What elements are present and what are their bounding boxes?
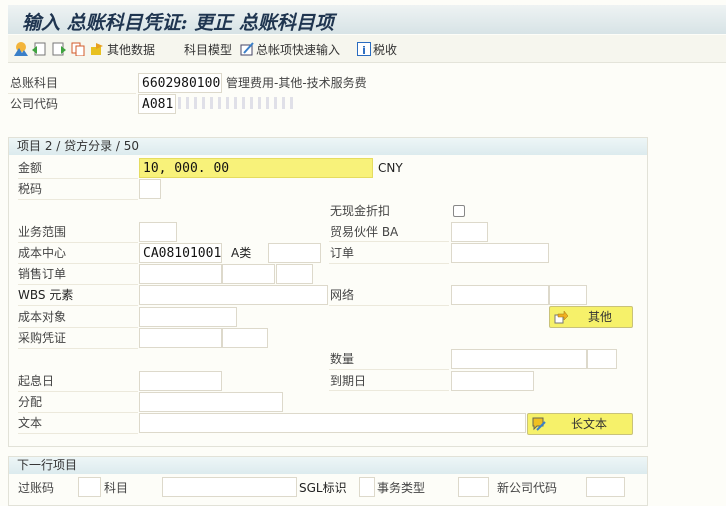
other-data-button[interactable]: 其他数据	[107, 41, 155, 58]
purchasing-doc-item-field[interactable]	[222, 328, 268, 348]
posting-key-label: 过账码	[18, 481, 55, 495]
sales-order-schedule-field[interactable]	[276, 264, 313, 284]
cost-center-field[interactable]: CA08101001	[139, 243, 222, 263]
overview-icon[interactable]	[13, 41, 29, 57]
new-company-code-field[interactable]	[586, 477, 625, 497]
transaction-type-label: 事务类型	[377, 481, 426, 495]
business-area-label: 业务范围	[18, 225, 67, 239]
no-cash-discount-label: 无现金折扣	[330, 204, 391, 218]
long-text-button-label: 长文本	[570, 417, 607, 431]
cost-center-description: A类	[231, 246, 252, 260]
wbs-field[interactable]	[139, 285, 328, 305]
gl-account-description: 管理费用-其他-技术服务费	[226, 76, 367, 90]
posting-key-field[interactable]	[78, 477, 101, 497]
network-activity-field[interactable]	[549, 285, 587, 305]
wbs-label: WBS 元素	[18, 288, 74, 302]
info-icon: i	[357, 42, 371, 56]
purchasing-doc-label: 采购凭证	[18, 331, 67, 345]
tax-code-field[interactable]	[139, 179, 161, 199]
account-label: 科目	[104, 481, 129, 495]
fast-entry-icon	[240, 42, 254, 56]
sales-order-field[interactable]	[139, 264, 222, 284]
unit-field[interactable]	[587, 349, 617, 369]
trading-partner-label: 贸易伙伴 BA	[330, 225, 399, 239]
long-text-icon	[532, 417, 546, 431]
gl-fast-entry-button[interactable]: 总帐项快速输入	[256, 41, 340, 58]
page-title: 输入 总账科目凭证: 更正 总账科目项	[22, 12, 334, 34]
quantity-field[interactable]	[451, 349, 587, 369]
value-date-label: 起息日	[18, 374, 55, 388]
account-model-button[interactable]: 科目模型	[184, 41, 232, 58]
currency-label: CNY	[378, 161, 403, 175]
network-label: 网络	[330, 288, 355, 302]
account-field[interactable]	[162, 477, 297, 497]
gl-account-field[interactable]: 6602980100	[138, 73, 222, 93]
order-field[interactable]	[451, 243, 549, 263]
next-item-icon[interactable]	[52, 42, 66, 56]
new-company-code-label: 新公司代码	[497, 481, 558, 495]
cost-object-field[interactable]	[139, 307, 237, 327]
value-date-field[interactable]	[139, 371, 222, 391]
trading-partner-field[interactable]	[451, 222, 488, 242]
next-item-group-title: 下一行项目	[9, 457, 647, 474]
text-label: 文本	[18, 416, 43, 430]
other-data-icon	[91, 43, 103, 55]
no-cash-discount-checkbox[interactable]	[453, 205, 465, 217]
cost-center-label: 成本中心	[18, 246, 67, 260]
business-area-field[interactable]	[139, 222, 177, 242]
due-date-field[interactable]	[451, 371, 534, 391]
more-button[interactable]: 其他	[549, 306, 633, 328]
cost-center-extra-field[interactable]	[268, 243, 321, 263]
toolbar: 其他数据 科目模型 总帐项快速输入 i 税收	[8, 35, 726, 63]
svg-text:i: i	[362, 44, 366, 56]
transaction-type-field[interactable]	[458, 477, 489, 497]
long-text-button[interactable]: 长文本	[527, 413, 633, 435]
title-bar: 输入 总账科目凭证: 更正 总账科目项	[8, 5, 726, 34]
company-code-label: 公司代码	[10, 97, 59, 111]
sgl-indicator-label: SGL标识	[299, 481, 347, 495]
amount-field[interactable]: 10, 000. 00	[139, 158, 373, 178]
amount-label: 金额	[18, 161, 43, 175]
more-icon	[554, 310, 568, 324]
quantity-label: 数量	[330, 352, 355, 366]
company-code-field[interactable]: A081	[138, 94, 176, 114]
item-group-title: 项目 2 / 贷方分录 / 50	[9, 138, 647, 155]
sales-order-label: 销售订单	[18, 267, 67, 281]
network-field[interactable]	[451, 285, 549, 305]
copy-icon[interactable]	[71, 42, 85, 56]
company-name-redacted	[178, 97, 298, 109]
purchasing-doc-field[interactable]	[139, 328, 222, 348]
tax-button[interactable]: 税收	[373, 41, 397, 58]
text-field[interactable]	[139, 413, 526, 433]
order-label: 订单	[330, 246, 355, 260]
sales-order-item-field[interactable]	[222, 264, 275, 284]
tax-code-label: 税码	[18, 182, 43, 196]
more-button-label: 其他	[587, 310, 612, 324]
assignment-field[interactable]	[139, 392, 283, 412]
assignment-label: 分配	[18, 395, 43, 409]
due-date-label: 到期日	[330, 374, 367, 388]
cost-object-label: 成本对象	[18, 310, 67, 324]
sgl-indicator-field[interactable]	[359, 477, 375, 497]
gl-account-label: 总账科目	[10, 76, 59, 90]
previous-item-icon[interactable]	[32, 42, 46, 56]
